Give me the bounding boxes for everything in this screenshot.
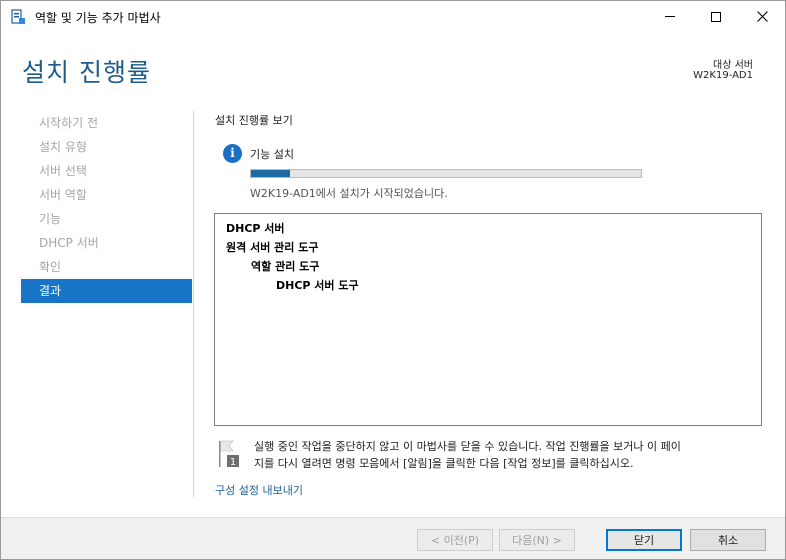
nav-item-before-you-begin[interactable]: 시작하기 전: [21, 111, 192, 135]
minimize-button[interactable]: [647, 1, 693, 32]
installation-progress-bar: [250, 169, 642, 178]
progress-fill: [251, 170, 290, 177]
result-item: 역할 관리 도구: [251, 260, 320, 273]
notification-flag-icon: 1: [219, 440, 241, 468]
close-icon: [756, 11, 768, 22]
feature-installation-label: 기능 설치: [250, 148, 294, 161]
close-wizard-note: 실행 중인 작업을 중단하지 않고 이 마법사를 닫을 수 있습니다. 작업 진…: [254, 438, 764, 472]
page-title: 설치 진행률: [22, 58, 151, 87]
next-button[interactable]: 다음(N) >: [499, 529, 575, 551]
previous-button[interactable]: < 이전(P): [417, 529, 493, 551]
export-configuration-link[interactable]: 구성 설정 내보내기: [215, 482, 303, 498]
minimize-icon: [665, 16, 675, 17]
close-window-button[interactable]: [739, 1, 785, 32]
section-heading: 설치 진행률 보기: [215, 114, 293, 127]
destination-server-name: W2K19-AD1: [693, 70, 753, 81]
wizard-window: 역할 및 기능 추가 마법사 설치 진행률 대상 서버 W2K19-AD1 시작…: [0, 0, 786, 560]
result-item: DHCP 서버 도구: [276, 279, 359, 292]
server-manager-icon: [10, 9, 26, 25]
nav-item-dhcp-server[interactable]: DHCP 서버: [21, 231, 192, 255]
info-icon: i: [223, 144, 242, 163]
nav-item-server-selection[interactable]: 서버 선택: [21, 159, 192, 183]
note-line: 지를 다시 열려면 명령 모음에서 [알림]을 클릭한 다음 [작업 정보]를 …: [254, 457, 634, 470]
notification-count: 1: [230, 457, 236, 468]
results-box[interactable]: DHCP 서버 원격 서버 관리 도구 역할 관리 도구 DHCP 서버 도구: [214, 213, 762, 426]
result-item: 원격 서버 관리 도구: [226, 241, 319, 254]
maximize-icon: [711, 11, 721, 22]
destination-server-label: 대상 서버: [713, 60, 753, 71]
note-line: 실행 중인 작업을 중단하지 않고 이 마법사를 닫을 수 있습니다. 작업 진…: [254, 440, 681, 453]
cancel-button[interactable]: 취소: [690, 529, 766, 551]
nav-item-server-roles[interactable]: 서버 역할: [21, 183, 192, 207]
installation-status-text: W2K19-AD1에서 설치가 시작되었습니다.: [250, 187, 448, 200]
nav-item-confirmation[interactable]: 확인: [21, 255, 192, 279]
result-item: DHCP 서버: [226, 222, 285, 235]
title-bar: 역할 및 기능 추가 마법사: [1, 1, 785, 32]
maximize-button[interactable]: [693, 1, 739, 32]
nav-divider: [193, 111, 194, 497]
window-title: 역할 및 기능 추가 마법사: [35, 11, 161, 25]
nav-item-features[interactable]: 기능: [21, 207, 192, 231]
nav-item-installation-type[interactable]: 설치 유형: [21, 135, 192, 159]
wizard-footer: < 이전(P) 다음(N) > 닫기 취소: [1, 517, 785, 559]
wizard-nav: 시작하기 전 설치 유형 서버 선택 서버 역할 기능 DHCP 서버 확인 결…: [21, 111, 192, 303]
nav-item-results[interactable]: 결과: [21, 279, 192, 303]
close-button[interactable]: 닫기: [606, 529, 682, 551]
